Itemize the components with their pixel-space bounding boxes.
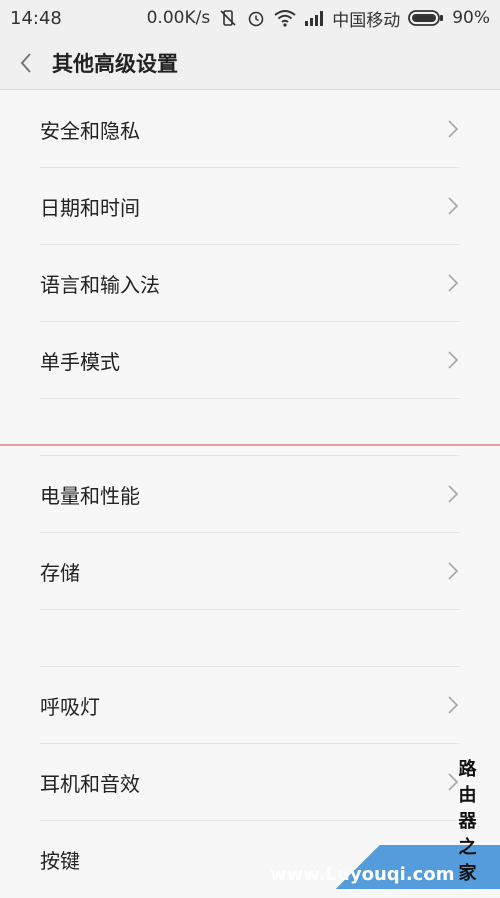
menu-item-security-privacy[interactable]: 安全和隐私	[40, 91, 460, 168]
menu-item-storage[interactable]: 存储	[40, 533, 460, 610]
chevron-right-icon	[446, 695, 460, 715]
network-speed: 0.00K/s	[147, 8, 211, 28]
alarm-icon	[246, 8, 266, 28]
status-bar: 14:48 0.00K/s 中国移动 90%	[0, 0, 500, 36]
vibrate-off-icon	[218, 8, 238, 28]
watermark: www.Luyouqi.com 路由器之家	[270, 845, 500, 889]
chevron-right-icon	[446, 561, 460, 581]
watermark-text: 路由器之家	[458, 755, 494, 885]
signal-icon	[304, 10, 324, 26]
wifi-icon	[274, 9, 296, 27]
battery-percent: 90%	[452, 8, 490, 28]
chevron-right-icon	[446, 484, 460, 504]
page-title: 其他高级设置	[52, 48, 178, 78]
menu-item-battery-performance[interactable]: 电量和性能	[40, 456, 460, 533]
menu-item-breathing-light[interactable]: 呼吸灯	[40, 667, 460, 744]
section-highlight-line	[0, 444, 500, 446]
menu-item-label: 电量和性能	[40, 480, 140, 509]
chevron-right-icon	[446, 119, 460, 139]
menu-item-label: 安全和隐私	[40, 115, 140, 144]
chevron-left-icon	[19, 52, 33, 74]
status-time: 14:48	[10, 8, 62, 29]
battery-icon	[408, 10, 444, 26]
menu-item-headphones-audio[interactable]: 耳机和音效	[40, 744, 460, 821]
chevron-right-icon	[446, 196, 460, 216]
title-bar: 其他高级设置	[0, 36, 500, 90]
menu-item-label: 按键	[40, 845, 80, 874]
watermark-url: www.Luyouqi.com	[270, 864, 454, 885]
menu-item-date-time[interactable]: 日期和时间	[40, 168, 460, 245]
menu-item-label: 呼吸灯	[40, 691, 100, 720]
chevron-right-icon	[446, 350, 460, 370]
menu-item-label: 单手模式	[40, 346, 120, 375]
menu-item-label: 日期和时间	[40, 192, 140, 221]
menu-item-label: 耳机和音效	[40, 768, 140, 797]
chevron-right-icon	[446, 273, 460, 293]
carrier-name: 中国移动	[332, 6, 400, 31]
menu-item-label: 存储	[40, 557, 80, 586]
status-right: 0.00K/s 中国移动 90%	[147, 6, 490, 31]
menu-item-label: 语言和输入法	[40, 269, 160, 298]
menu-item-language-input[interactable]: 语言和输入法	[40, 245, 460, 322]
menu-item-one-hand-mode[interactable]: 单手模式	[40, 322, 460, 399]
back-button[interactable]	[0, 36, 52, 90]
